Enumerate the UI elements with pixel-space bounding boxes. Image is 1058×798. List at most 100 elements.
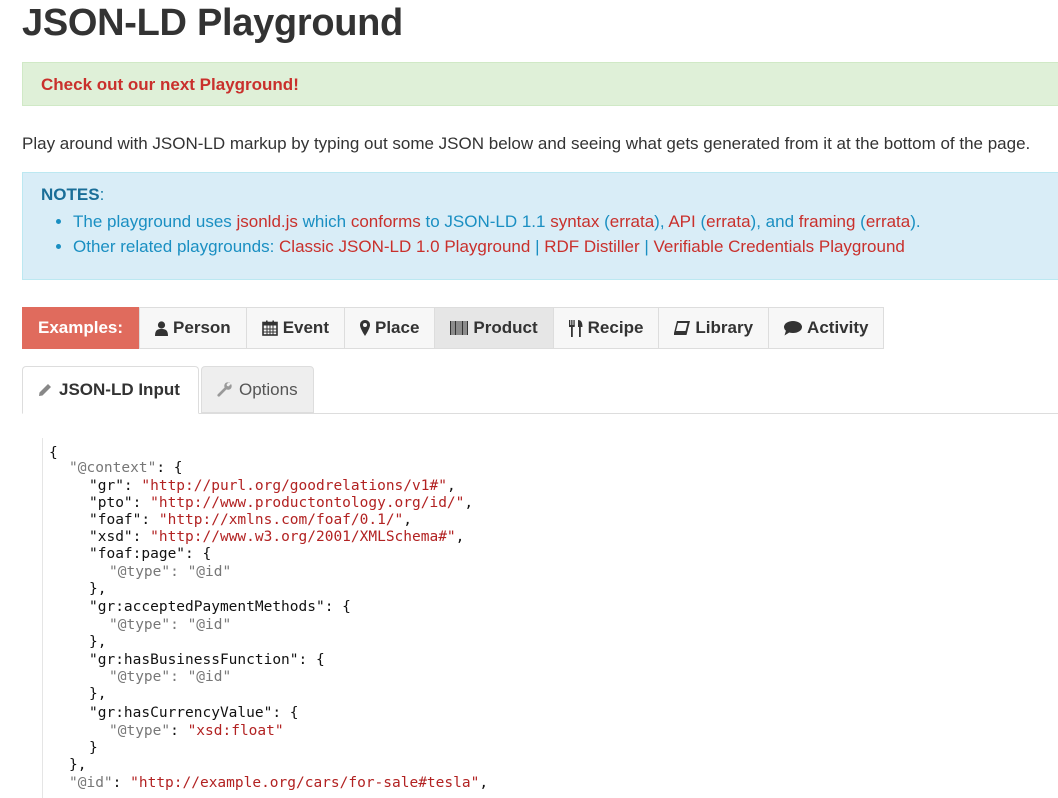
- code-string: "@id": [187, 669, 232, 685]
- code-token: :: [132, 495, 151, 511]
- example-place-button[interactable]: Place: [343, 308, 435, 348]
- syntax-link[interactable]: syntax: [550, 212, 599, 231]
- note-text: ),: [654, 212, 669, 231]
- example-label: Event: [282, 318, 329, 337]
- code-token: : {: [272, 705, 299, 721]
- code-line: "@context": {: [69, 460, 183, 477]
- notes-item-implementation: The playground uses jsonld.js which conf…: [73, 209, 921, 234]
- code-line: "@type": "@id": [109, 564, 231, 581]
- code-token: {: [49, 445, 58, 461]
- code-key: "@type": [109, 669, 171, 685]
- api-errata-link[interactable]: errata: [706, 212, 750, 231]
- notes-title: NOTES: [41, 185, 100, 204]
- code-key: "@type": [109, 723, 171, 739]
- announcement-banner: Check out our next Playground!: [22, 62, 1058, 106]
- example-activity-button[interactable]: Activity: [768, 308, 884, 348]
- framing-link[interactable]: framing: [799, 212, 856, 231]
- code-string: "@id": [187, 564, 232, 580]
- code-token: :: [170, 723, 188, 739]
- barcode-icon: [450, 321, 469, 335]
- code-string: "xsd:float": [187, 723, 284, 739]
- framing-errata-link[interactable]: errata: [866, 212, 910, 231]
- code-token: : {: [185, 546, 212, 562]
- code-string: "http://xmlns.com/foaf/0.1/": [158, 512, 404, 528]
- example-label: Person: [173, 318, 231, 337]
- example-library-button[interactable]: Library: [658, 308, 769, 348]
- code-key: "gr:hasCurrencyValue": [89, 705, 273, 721]
- code-token: :: [170, 669, 188, 685]
- notes-colon: :: [99, 185, 105, 204]
- note-text: to JSON-LD 1.1: [420, 212, 551, 231]
- classic-playground-link[interactable]: Classic JSON-LD 1.0 Playground: [279, 237, 530, 256]
- rdf-distiller-link[interactable]: RDF Distiller: [544, 237, 639, 256]
- next-playground-link[interactable]: Check out our next Playground!: [41, 75, 299, 95]
- intro-text: Play around with JSON-LD markup by typin…: [22, 134, 1031, 153]
- code-token: : {: [156, 460, 183, 476]
- tab-jsonld-input[interactable]: JSON-LD Input: [22, 366, 199, 414]
- code-line: "pto": "http://www.productontology.org/i…: [89, 495, 473, 512]
- code-string: "http://example.org/cars/for-sale#tesla": [130, 775, 480, 791]
- example-product-button[interactable]: Product: [434, 308, 553, 348]
- code-token: : {: [324, 599, 351, 615]
- syntax-errata-link[interactable]: errata: [610, 212, 654, 231]
- code-line: }: [89, 740, 98, 757]
- example-person-button[interactable]: Person: [139, 308, 246, 348]
- note-text: Other related playgrounds:: [73, 237, 280, 256]
- example-event-button[interactable]: Event: [245, 308, 344, 348]
- jsonld-js-link[interactable]: jsonld.js: [237, 212, 298, 231]
- code-token: :: [170, 564, 188, 580]
- wrench-icon: [217, 382, 232, 397]
- example-recipe-button[interactable]: Recipe: [552, 308, 659, 348]
- vc-playground-link[interactable]: Verifiable Credentials Playground: [653, 237, 904, 256]
- code-token: :: [170, 617, 188, 633]
- example-label: Library: [695, 318, 754, 337]
- code-line: "gr:acceptedPaymentMethods": {: [89, 599, 351, 616]
- note-text: The playground uses: [73, 212, 237, 231]
- code-token: ,: [446, 478, 456, 494]
- jsonld-input-editor[interactable]: { "@context": { "gr": "http://purl.org/g…: [42, 438, 1058, 798]
- code-string: "http://www.w3.org/2001/XMLSchema#": [150, 529, 456, 545]
- code-line: "@id": "http://example.org/cars/for-sale…: [69, 775, 488, 792]
- code-token: :: [132, 529, 151, 545]
- notes-panel: NOTES: The playground uses jsonld.js whi…: [22, 172, 1058, 280]
- tab-options[interactable]: Options: [201, 366, 314, 413]
- code-key: "gr": [89, 478, 124, 494]
- code-line: "gr": "http://purl.org/goodrelations/v1#…: [89, 478, 456, 495]
- code-string: "http://purl.org/goodrelations/v1#": [141, 478, 447, 494]
- code-token: ,: [479, 775, 489, 791]
- code-key: "@type": [109, 564, 171, 580]
- code-key: "pto": [89, 495, 133, 511]
- notes-list: The playground uses jsonld.js which conf…: [53, 209, 921, 259]
- map-marker-icon: [359, 320, 370, 336]
- note-text: ).: [910, 212, 921, 231]
- code-line: },: [89, 634, 106, 651]
- note-text: (: [855, 212, 866, 231]
- separator: |: [530, 237, 545, 256]
- code-key: "gr:acceptedPaymentMethods": [89, 599, 325, 615]
- note-text: (: [695, 212, 707, 231]
- code-token: },: [89, 686, 107, 702]
- example-label: Place: [374, 318, 420, 337]
- code-token: :: [112, 775, 131, 791]
- code-key: "foaf": [89, 512, 142, 528]
- conforms-link[interactable]: conforms: [351, 212, 421, 231]
- page-title: JSON-LD Playground: [22, 2, 403, 44]
- separator: |: [639, 237, 654, 256]
- code-token: :: [123, 478, 142, 494]
- examples-toolbar: Examples: Person Event Place Product Rec…: [22, 307, 885, 349]
- code-string: "@id": [187, 617, 232, 633]
- code-key: "@context": [69, 460, 157, 476]
- api-link[interactable]: API: [668, 212, 695, 231]
- examples-label: Examples:: [22, 307, 140, 349]
- code-key: "@type": [109, 617, 171, 633]
- code-line: "@type": "xsd:float": [109, 723, 284, 740]
- code-token: : {: [298, 652, 325, 668]
- code-line: "gr:hasCurrencyValue": {: [89, 705, 299, 722]
- code-token: :: [141, 512, 159, 528]
- code-token: ,: [403, 512, 413, 528]
- code-line: "foaf": "http://xmlns.com/foaf/0.1/",: [89, 512, 412, 529]
- book-icon: [674, 320, 691, 335]
- note-text: which: [297, 212, 351, 231]
- cutlery-icon: [568, 319, 583, 337]
- code-token: },: [89, 634, 107, 650]
